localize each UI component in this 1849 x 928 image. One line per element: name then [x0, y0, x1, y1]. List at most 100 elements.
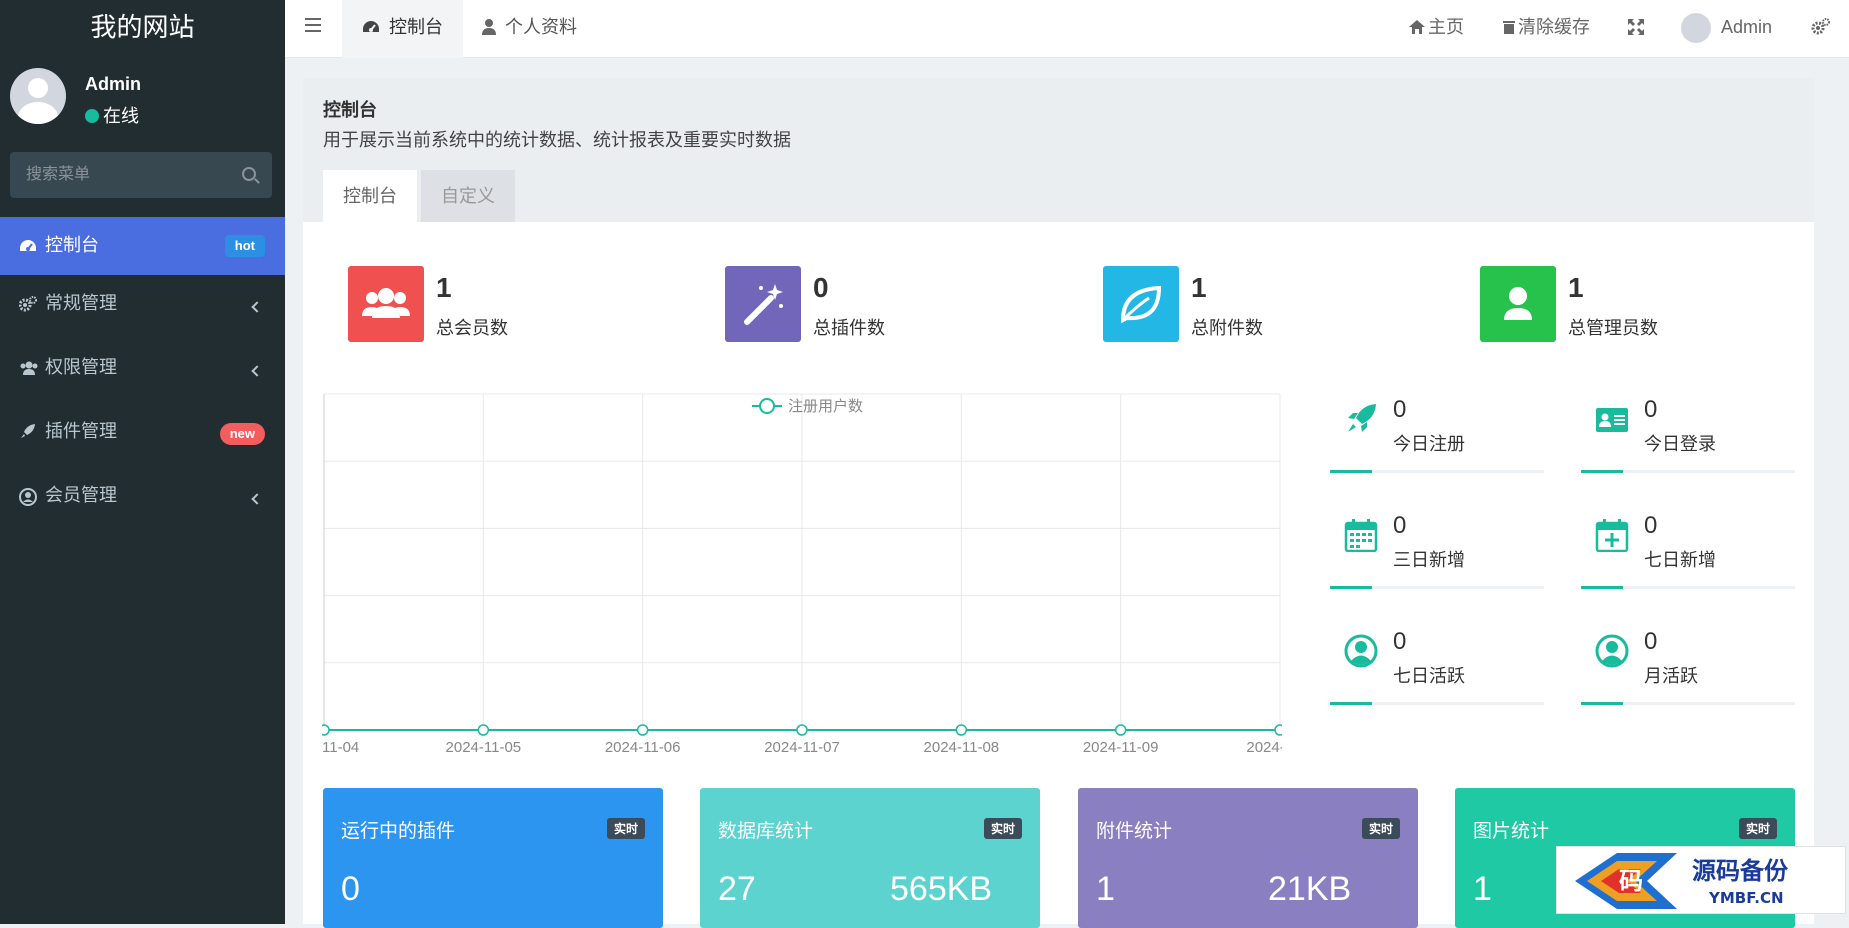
chart-grid [323, 393, 1281, 731]
data-point[interactable] [1114, 724, 1127, 736]
chart-series-line [322, 724, 1282, 736]
clear-cache-label: 清除缓存 [1518, 17, 1590, 37]
sidebar-item-label: 权限管理 [45, 357, 117, 377]
data-point[interactable] [636, 724, 649, 736]
sidebar-item-permissions[interactable]: 权限管理 [0, 339, 285, 403]
mini-stat-progress [1330, 586, 1544, 589]
user-circle-icon [1595, 634, 1629, 668]
magic-icon [725, 266, 801, 342]
search-icon[interactable] [242, 167, 256, 181]
stat-label: 总附件数 [1191, 318, 1263, 338]
stat-label: 总会员数 [436, 318, 508, 338]
chevron-left-icon [251, 365, 263, 377]
search-input[interactable] [10, 152, 230, 198]
watermark-text: 源码备份 [1692, 857, 1789, 885]
realtime-badge: 实时 [1738, 818, 1777, 839]
mini-stat-label: 七日活跃 [1393, 666, 1465, 686]
chart-legend[interactable]: 注册用户数 [752, 398, 863, 415]
stat-value: 1 [436, 272, 452, 303]
stat-value: 0 [813, 272, 829, 303]
rocket-icon [19, 424, 37, 440]
leaf-icon [1103, 266, 1179, 342]
x-tick-label: 2024-11-09 [1083, 739, 1159, 756]
realtime-badge: 实时 [1361, 818, 1400, 839]
new-badge: new [219, 423, 265, 445]
sidebar-item-label: 会员管理 [45, 485, 117, 505]
mini-stat-value: 0 [1644, 628, 1658, 655]
settings-button[interactable] [1811, 0, 1831, 54]
card-running-plugins[interactable]: 运行中的插件 实时 0 [323, 788, 663, 928]
tab-custom[interactable]: 自定义 [421, 170, 515, 222]
mini-stat-seven-day-active: 0 七日活跃 [1330, 626, 1544, 708]
mini-stat-value: 0 [1644, 512, 1658, 539]
tab-dashboard[interactable]: 控制台 [342, 0, 464, 58]
realtime-badge: 实时 [983, 818, 1022, 839]
chevron-left-icon [251, 301, 263, 313]
hot-badge: hot [224, 235, 265, 257]
data-point[interactable] [1274, 724, 1282, 736]
dashboard-icon [19, 238, 37, 254]
legend-label: 注册用户数 [788, 398, 863, 415]
x-tick-label: 2024-11-05 [446, 739, 522, 756]
page-title: 控制台 [323, 100, 377, 120]
sidebar-item-dashboard[interactable]: 控制台 hot [0, 217, 285, 275]
data-point[interactable] [322, 724, 330, 736]
expand-icon [1628, 19, 1644, 35]
x-tick-label: 2024-11-06 [605, 739, 681, 756]
watermark-glyph: 码 [1619, 867, 1643, 895]
user-status-text: 在线 [103, 106, 139, 126]
stat-value: 1 [1568, 272, 1584, 303]
sidebar-item-members[interactable]: 会员管理 [0, 467, 285, 531]
user-icon [1480, 266, 1556, 342]
dashboard-icon [363, 21, 379, 32]
user-circle-icon [19, 488, 37, 506]
data-point[interactable] [477, 724, 490, 736]
stat-value: 1 [1191, 272, 1207, 303]
users-icon [348, 266, 424, 342]
avatar [1681, 13, 1711, 44]
sidebar-item-plugins[interactable]: 插件管理 new [0, 403, 285, 467]
admin-label: Admin [1721, 17, 1773, 37]
home-link[interactable]: 主页 [1409, 0, 1464, 54]
card-value-secondary: 21KB [1268, 870, 1352, 908]
top-navbar: 控制台 个人资料 主页 清除缓存 Admin [285, 0, 1849, 58]
registration-line-chart: 注册用户数 11-04 2024-11-05 2024-11-06 2024-11-0… [322, 393, 1282, 756]
site-title[interactable]: 我的网站 [0, 0, 285, 56]
sidebar-item-general[interactable]: 常规管理 [0, 275, 285, 339]
realtime-badge: 实时 [606, 818, 645, 839]
card-attachment-stats[interactable]: 附件统计 实时 1 21KB [1078, 788, 1418, 928]
mini-stat-value: 0 [1393, 512, 1407, 539]
clear-cache-button[interactable]: 清除缓存 [1503, 0, 1590, 54]
user-circle-icon [1344, 634, 1378, 668]
user-name: Admin [85, 74, 141, 94]
watermark-subtext: YMBF.CN [1708, 889, 1784, 907]
card-database-stats[interactable]: 数据库统计 实时 27 565KB [700, 788, 1040, 928]
tab-label: 个人资料 [505, 17, 578, 37]
data-point[interactable] [955, 724, 968, 736]
watermark-logo: 码 源码备份 YMBF.CN [1556, 846, 1846, 914]
card-value: 27 [718, 870, 756, 908]
tab-profile[interactable]: 个人资料 [462, 0, 597, 58]
admin-menu[interactable]: Admin [1681, 0, 1772, 54]
mini-stat-three-day-new: 0 三日新增 [1330, 510, 1544, 592]
gears-icon [1811, 18, 1830, 35]
card-value-secondary: 565KB [890, 870, 993, 908]
mini-stat-progress [1581, 702, 1795, 705]
group-icon [19, 360, 38, 376]
mini-stat-progress [1581, 470, 1795, 473]
menu-toggle-icon[interactable] [305, 18, 321, 32]
mini-stat-progress [1330, 702, 1544, 705]
panel-heading: 控制台 用于展示当前系统中的统计数据、统计报表及重要实时数据 控制台 自定义 [303, 78, 1814, 222]
data-point[interactable] [796, 724, 808, 736]
x-tick-label: 11-04 [322, 739, 359, 756]
legend-marker [759, 398, 775, 414]
tab-dashboard-panel[interactable]: 控制台 [323, 170, 417, 222]
mini-stat-label: 七日新增 [1644, 550, 1716, 570]
gears-icon [18, 296, 37, 312]
chevron-left-icon [251, 493, 263, 505]
x-tick-label: 2024-11-1 [1246, 739, 1282, 756]
x-tick-label: 2024-11-07 [764, 739, 840, 756]
rocket-icon [1348, 404, 1376, 432]
mini-stat-label: 三日新增 [1393, 550, 1465, 570]
fullscreen-button[interactable] [1628, 0, 1644, 54]
